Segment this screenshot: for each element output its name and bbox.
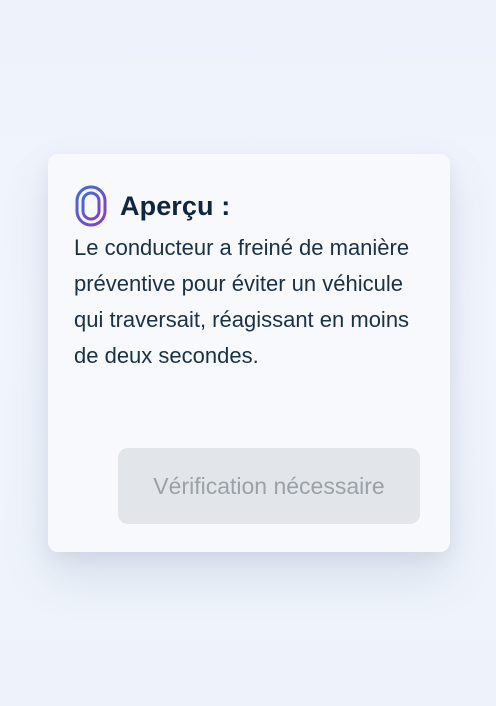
card-description: Le conducteur a freiné de manière préven… [74,235,410,368]
card-title: Aperçu : [120,191,231,221]
fingerprint-icon [74,184,108,228]
insight-card: Aperçu : Le conducteur a freiné de maniè… [48,154,450,552]
verification-needed-button[interactable]: Vérification nécessaire [118,448,420,524]
card-header: Aperçu : [74,184,424,228]
card-actions: Vérification nécessaire [118,448,420,524]
